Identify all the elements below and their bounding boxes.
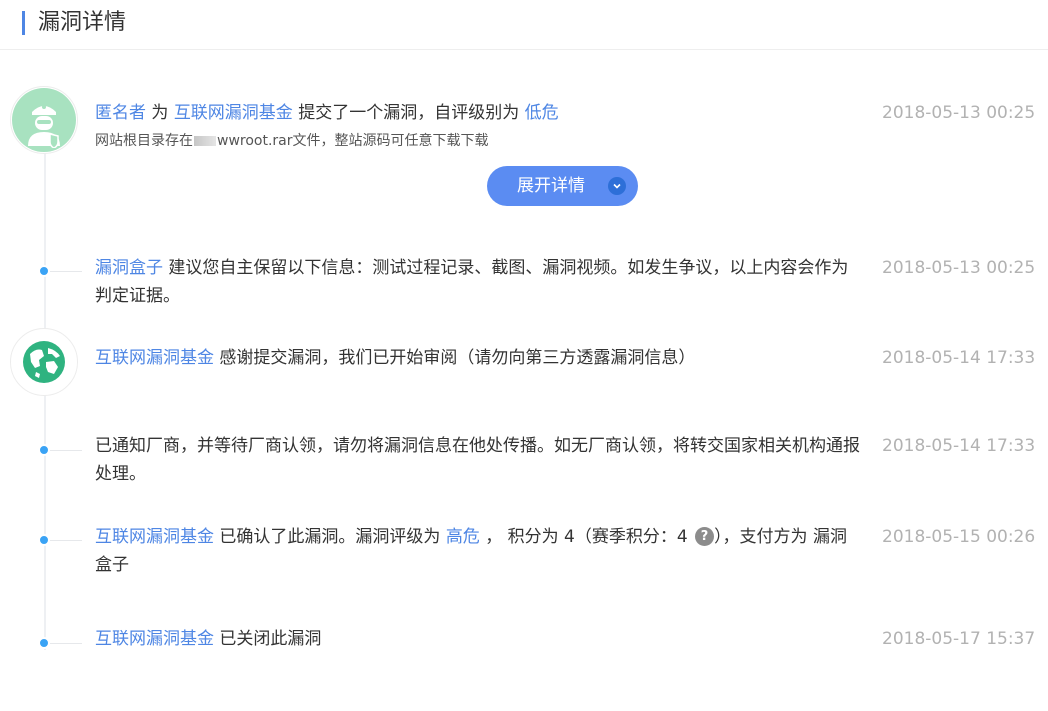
anonymous-user-icon [12,88,76,152]
event-time: 2018-05-15 00:26 [882,527,1036,547]
dot-connector [50,540,82,541]
event-summary: 网站根目录存在 wwroot.rar文件，整站源码可任意下载下载 [95,133,489,149]
timeline-dot [38,444,50,456]
event-suggestion: 漏洞盒子 建议您自主保留以下信息：测试过程记录、截图、漏洞视频。如发生争议，以上… [95,258,849,306]
actor-link[interactable]: 互联网漏洞基金 [95,629,214,649]
event-time: 2018-05-14 17:33 [882,436,1036,456]
event-time: 2018-05-13 00:25 [882,258,1036,278]
event-confirmed: 互联网漏洞基金 已确认了此漏洞。漏洞评级为 高危 ， 积分为 4（赛季积分：4 … [95,527,847,575]
page-header: 漏洞详情 [0,0,1048,50]
redacted-mark [194,136,216,146]
chevron-down-icon [608,177,626,195]
anonymous-user-avatar [10,86,78,154]
expand-button-label: 展开详情 [517,176,585,196]
dot-connector [50,643,82,644]
event-time: 2018-05-13 00:25 [882,103,1036,123]
title-accent-bar [22,11,25,35]
organization-avatar [10,328,78,396]
dot-connector [50,450,82,451]
event-review-start: 互联网漏洞基金 感谢提交漏洞，我们已开始审阅（请勿向第三方透露漏洞信息） [95,348,696,368]
actor-link[interactable]: 漏洞盒子 [95,258,163,278]
level-link[interactable]: 低危 [525,103,559,123]
actor-link[interactable]: 互联网漏洞基金 [95,348,214,368]
timeline-dot [38,534,50,546]
timeline-dot [38,265,50,277]
event-vendor-notified: 已通知厂商，并等待厂商认领，请勿将漏洞信息在他处传播。如无厂商认领，将转交国家相… [95,436,860,484]
target-link[interactable]: 互联网漏洞基金 [174,103,293,123]
event-submit: 匿名者 为 互联网漏洞基金 提交了一个漏洞，自评级别为 低危 [95,103,559,123]
page-title: 漏洞详情 [38,10,127,35]
event-time: 2018-05-14 17:33 [882,348,1036,368]
help-icon[interactable]: ? [695,527,715,546]
globe-icon [12,330,76,394]
actor-link[interactable]: 匿名者 [95,103,146,123]
event-time: 2018-05-17 15:37 [882,629,1036,649]
actor-link[interactable]: 互联网漏洞基金 [95,527,214,547]
event-closed: 互联网漏洞基金 已关闭此漏洞 [95,629,322,649]
dot-connector [50,271,82,272]
expand-details-button[interactable]: 展开详情 [487,166,638,206]
level-link[interactable]: 高危 [446,527,480,547]
timeline-dot [38,637,50,649]
